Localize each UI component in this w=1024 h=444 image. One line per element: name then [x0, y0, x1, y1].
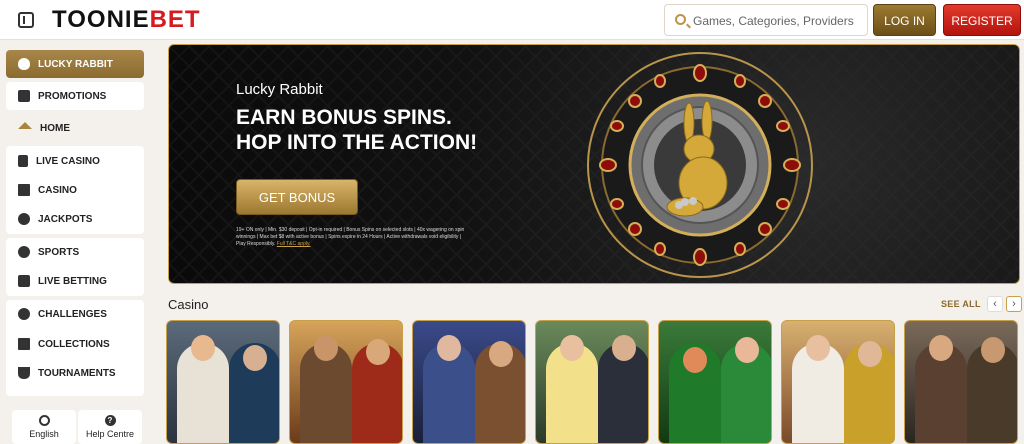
nav-group-casino: LIVE CASINO CASINO JACKPOTS	[6, 146, 144, 234]
login-button[interactable]: LOG IN	[873, 4, 936, 36]
sidebar-item-label: CHALLENGES	[38, 308, 107, 320]
get-bonus-button[interactable]: GET BONUS	[236, 179, 358, 215]
top-header: TOONIEBET LOG IN REGISTER	[0, 0, 1024, 40]
sidebar-item-label: JACKPOTS	[38, 213, 93, 225]
chevron-right-icon[interactable]: ›	[1006, 296, 1022, 312]
rabbit-medallion-image	[587, 52, 813, 278]
game-tile[interactable]	[412, 320, 526, 444]
help-centre-button[interactable]: ? Help Centre	[78, 410, 142, 444]
terms-link[interactable]: Full T&C apply.	[277, 241, 311, 247]
game-tile[interactable]	[535, 320, 649, 444]
nav-group-sports: SPORTS LIVE BETTING	[6, 238, 144, 296]
sidebar-item-jackpots[interactable]: JACKPOTS	[6, 205, 144, 233]
sidebar-item-label: CASINO	[38, 184, 77, 196]
playing-card-icon	[18, 155, 28, 167]
search-input[interactable]	[693, 11, 863, 31]
game-character-head	[683, 347, 707, 373]
sidebar-item-label: COLLECTIONS	[38, 338, 110, 350]
game-character-head	[735, 337, 759, 363]
search-box[interactable]	[664, 4, 868, 36]
sidebar-item-home[interactable]: HOME	[6, 114, 144, 142]
search-icon	[675, 14, 686, 25]
sidebar: LUCKY RABBIT PROMOTIONS HOME LIVE CASINO…	[0, 46, 150, 444]
game-character-head	[560, 335, 584, 361]
game-character-head	[191, 335, 215, 361]
game-character-head	[437, 335, 461, 361]
help-label: Help Centre	[85, 429, 135, 439]
collection-icon	[18, 338, 30, 350]
logo-accent-text: BET	[149, 6, 201, 33]
game-character-head	[858, 341, 882, 367]
gift-icon	[18, 90, 30, 102]
game-character-head	[981, 337, 1005, 363]
live-badge-icon	[18, 275, 30, 287]
game-tile[interactable]	[904, 320, 1018, 444]
promo-banner[interactable]: Lucky Rabbit EARN BONUS SPINS. HOP INTO …	[168, 44, 1020, 284]
medal-icon	[18, 308, 30, 320]
sidebar-item-label: LUCKY RABBIT	[38, 58, 113, 70]
language-selector[interactable]: English	[12, 410, 76, 444]
sidebar-item-label: LIVE CASINO	[36, 155, 100, 167]
game-tile[interactable]	[781, 320, 895, 444]
sidebar-item-live-betting[interactable]: LIVE BETTING	[6, 267, 144, 295]
sidebar-toggle-icon[interactable]	[18, 12, 34, 28]
sidebar-item-challenges[interactable]: CHALLENGES	[6, 300, 144, 328]
section-title-casino: Casino	[168, 297, 209, 312]
sidebar-item-tournaments[interactable]: TOURNAMENTS	[6, 359, 144, 387]
sidebar-item-lucky-rabbit[interactable]: LUCKY RABBIT	[6, 50, 144, 78]
sidebar-item-collections[interactable]: COLLECTIONS	[6, 330, 144, 358]
toonie-bet-logo[interactable]: TOONIEBET	[52, 6, 201, 34]
register-button[interactable]: REGISTER	[943, 4, 1021, 36]
nav-group-rewards: CHALLENGES COLLECTIONS TOURNAMENTS	[6, 300, 144, 396]
game-character-head	[489, 341, 513, 367]
game-character-head	[243, 345, 267, 371]
question-icon: ?	[104, 415, 116, 426]
clover-icon	[18, 213, 30, 225]
egg-icon	[18, 58, 30, 70]
sidebar-item-live-casino[interactable]: LIVE CASINO	[6, 147, 144, 175]
sidebar-item-label: PROMOTIONS	[38, 90, 107, 102]
trophy-icon	[18, 367, 30, 379]
terms-text: 19+ ON only | Min. $30 deposit | Opt-in …	[236, 227, 465, 247]
sidebar-item-label: HOME	[40, 122, 70, 134]
promo-terms: 19+ ON only | Min. $30 deposit | Opt-in …	[236, 227, 471, 248]
game-character-head	[366, 339, 390, 365]
language-label: English	[29, 429, 59, 439]
promo-headline: EARN BONUS SPINS. HOP INTO THE ACTION!	[236, 106, 478, 154]
game-character-head	[929, 335, 953, 361]
chevron-left-icon[interactable]: ‹	[987, 296, 1003, 312]
sidebar-item-label: LIVE BETTING	[38, 275, 107, 287]
sidebar-item-sports[interactable]: SPORTS	[6, 238, 144, 266]
game-tile[interactable]	[289, 320, 403, 444]
see-all-link[interactable]: SEE ALL	[941, 299, 981, 309]
game-character-head	[612, 335, 636, 361]
game-character-head	[806, 335, 830, 361]
game-tile[interactable]	[658, 320, 772, 444]
nav-group-promo: LUCKY RABBIT	[6, 50, 144, 78]
casino-games-row	[166, 320, 1024, 444]
slot-machine-icon	[18, 184, 30, 196]
sidebar-item-label: TOURNAMENTS	[38, 367, 116, 379]
sidebar-item-promotions[interactable]: PROMOTIONS	[6, 82, 144, 110]
sidebar-item-casino[interactable]: CASINO	[6, 176, 144, 204]
rugby-ball-icon	[18, 246, 30, 258]
game-character-head	[314, 335, 338, 361]
sidebar-item-label: SPORTS	[38, 246, 80, 258]
promo-eyebrow: Lucky Rabbit	[236, 81, 323, 98]
home-icon	[18, 121, 32, 129]
logo-main-text: TOONIE	[52, 6, 150, 33]
game-tile[interactable]	[166, 320, 280, 444]
nav-group-promotions: PROMOTIONS	[6, 82, 144, 110]
globe-icon	[38, 415, 50, 426]
